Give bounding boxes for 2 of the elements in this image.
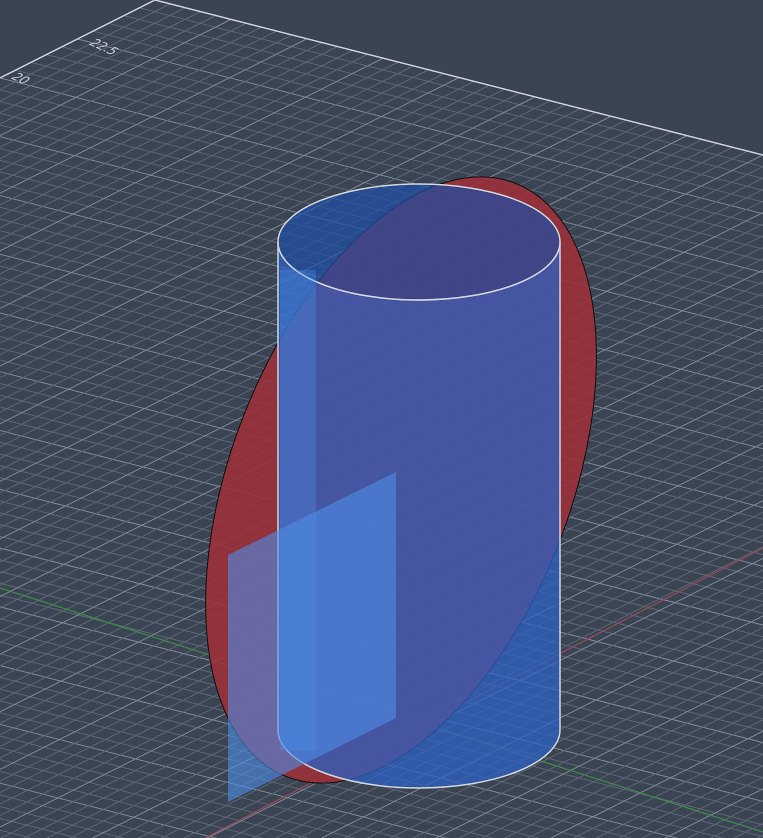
grid-label: 20	[6, 71, 34, 87]
grid-label: 22.5	[84, 37, 122, 58]
